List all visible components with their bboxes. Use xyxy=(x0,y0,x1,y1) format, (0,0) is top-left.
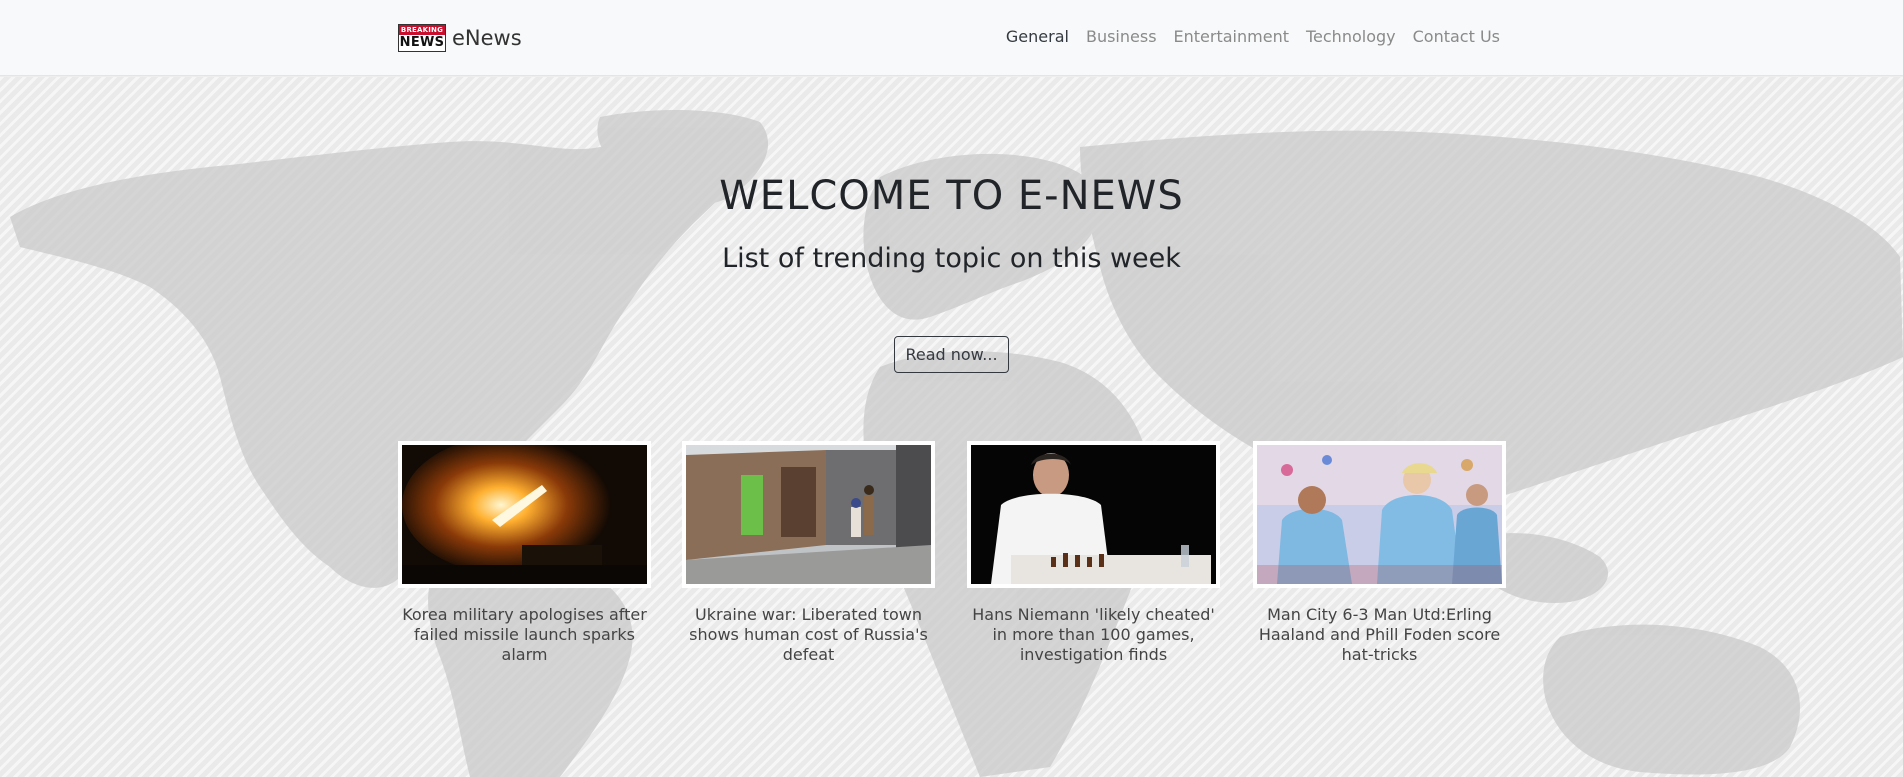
nav-link-technology[interactable]: Technology xyxy=(1306,27,1396,46)
article-title[interactable]: Man City 6-3 Man Utd:Erling Haaland and … xyxy=(1253,605,1506,665)
navbar: BREAKING NEWS eNews General Business Ent… xyxy=(0,0,1903,76)
article-thumbnail[interactable] xyxy=(682,441,935,588)
breaking-news-logo: BREAKING NEWS xyxy=(398,24,446,52)
ukraine-street-image xyxy=(686,445,931,584)
read-now-button[interactable]: Read now... xyxy=(894,336,1009,373)
article-card[interactable]: Korea military apologises after failed m… xyxy=(398,441,651,665)
article-card[interactable]: Hans Niemann 'likely cheated' in more th… xyxy=(967,441,1220,665)
missile-launch-image xyxy=(402,445,647,584)
logo-bottom-text: NEWS xyxy=(399,35,445,51)
nav-link-business[interactable]: Business xyxy=(1086,27,1157,46)
article-card[interactable]: Man City 6-3 Man Utd:Erling Haaland and … xyxy=(1253,441,1506,665)
brand-link[interactable]: BREAKING NEWS eNews xyxy=(398,24,522,52)
nav-link-entertainment[interactable]: Entertainment xyxy=(1174,27,1289,46)
nav-link-contact-us[interactable]: Contact Us xyxy=(1413,27,1500,46)
article-title[interactable]: Korea military apologises after failed m… xyxy=(398,605,651,665)
nav-link-general[interactable]: General xyxy=(1006,27,1069,46)
article-card[interactable]: Ukraine war: Liberated town shows human … xyxy=(682,441,935,665)
hero-title: WELCOME TO E-NEWS xyxy=(719,173,1184,219)
brand-name: eNews xyxy=(452,26,522,50)
article-title[interactable]: Hans Niemann 'likely cheated' in more th… xyxy=(967,605,1220,665)
logo-top-text: BREAKING xyxy=(399,25,445,35)
article-thumbnail[interactable] xyxy=(398,441,651,588)
chess-player-image xyxy=(971,445,1216,584)
hero-subtitle: List of trending topic on this week xyxy=(722,243,1181,274)
nav-links: General Business Entertainment Technolog… xyxy=(1006,27,1500,46)
article-title[interactable]: Ukraine war: Liberated town shows human … xyxy=(682,605,935,665)
football-celebration-image xyxy=(1257,445,1502,584)
article-thumbnail[interactable] xyxy=(967,441,1220,588)
article-thumbnail[interactable] xyxy=(1253,441,1506,588)
trending-articles: Korea military apologises after failed m… xyxy=(398,441,1506,691)
